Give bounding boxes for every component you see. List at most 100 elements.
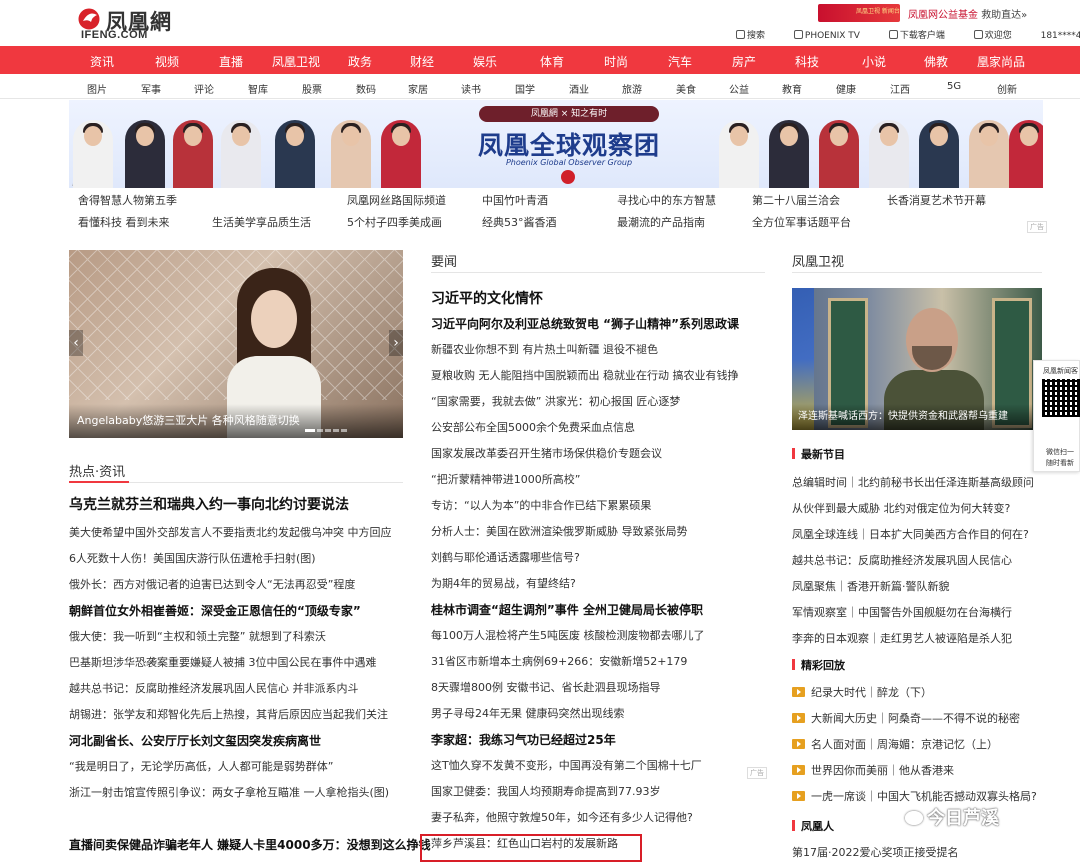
top-link-search[interactable]: 搜索 [736, 30, 778, 41]
subnav-item[interactable]: 数码 [356, 81, 376, 96]
hot-news-item[interactable]: 直播间卖保健品诈骗老年人 嫌疑人卡里4000多万：没想到这么挣钱 [69, 836, 431, 853]
headline-news-item[interactable]: 夏粮收购 无人能阻挡中国脱颖而出 稳就业在行动 搞农业有钱挣 [431, 367, 739, 383]
promo-link[interactable]: 全方位军事话题平台 [752, 214, 851, 230]
headline-news-item[interactable]: 分析人士：美国在欧洲渲染俄罗斯威胁 导致紧张局势 [431, 523, 688, 539]
nav-item[interactable]: 时尚 [604, 53, 628, 70]
program-item[interactable]: 军情观察室｜中国警告外国舰艇勿在台海横行 [792, 604, 1012, 620]
hot-news-item[interactable]: “我是明日了，无论学历高低，人人都可能是弱势群体” [69, 758, 333, 774]
headline-news-item[interactable]: 刘鹤与耶伦通话透露哪些信号? [431, 549, 580, 565]
nav-item[interactable]: 房产 [732, 53, 756, 70]
promo-link[interactable]: 长香消夏艺术节开幕 [887, 192, 986, 208]
program-item[interactable]: 从伙伴到最大威胁 北约对俄定位为何大转变? [792, 500, 1010, 516]
headline-news-item[interactable]: 这T恤久穿不发黄不变形，中国再没有第二个国棉十七厂 [431, 757, 702, 773]
program-item[interactable]: 凤凰全球连线｜日本扩大同美西方合作目的何在? [792, 526, 1029, 542]
headline-news-item[interactable]: 每100万人混检将产生5吨医废 核酸检测废物都去哪儿了 [431, 627, 705, 643]
subnav-item[interactable]: 江西 [890, 81, 910, 96]
subnav-item[interactable]: 5G [947, 81, 961, 92]
promo-link[interactable]: 生活美学享品质生活 [212, 214, 311, 230]
subnav-item[interactable]: 股票 [302, 81, 322, 96]
hot-news-item[interactable]: 乌克兰就芬兰和瑞典入约一事向北约讨要说法 [69, 494, 349, 514]
subnav-item[interactable]: 读书 [461, 81, 481, 96]
promo-link[interactable]: 凤凰网丝路国际频道 [347, 192, 446, 208]
promo-link[interactable]: 最潮流的产品指南 [617, 214, 705, 230]
program-section-title[interactable]: 最新节目 [792, 446, 845, 462]
replay-item[interactable]: 大新闻大历史｜阿桑奇——不得不说的秘密 [792, 710, 1020, 726]
headline-news-item[interactable]: “把沂蒙精神带进1000所高校” [431, 471, 580, 487]
nav-item[interactable]: 小说 [862, 53, 886, 70]
subnav-item[interactable]: 健康 [836, 81, 856, 96]
program-section-title[interactable]: 精彩回放 [792, 657, 845, 673]
promo-link[interactable]: 舍得智慧人物第五季 [78, 192, 177, 208]
subnav-item[interactable]: 图片 [87, 81, 107, 96]
site-logo[interactable]: 凤凰網 IFENG.COM [78, 6, 188, 42]
nav-item[interactable]: 视频 [155, 53, 179, 70]
hot-news-item[interactable]: 俄大使：我一听到“主权和领土完整” 就想到了科索沃 [69, 628, 326, 644]
slider-dot[interactable] [333, 429, 339, 432]
slider-dot[interactable] [325, 429, 331, 432]
headline-news-item[interactable]: 8天骤增800例 安徽书记、省长赴泗县现场指导 [431, 679, 661, 695]
hot-news-item[interactable]: 俄外长：西方对俄记者的迫害已达到令人“无法再忍受”程度 [69, 576, 355, 592]
hot-news-item[interactable]: 6人死数十人伤！美国国庆游行队伍遭枪手扫射(图) [69, 550, 316, 566]
slider-dot[interactable] [341, 429, 347, 432]
subnav-item[interactable]: 创新 [997, 81, 1017, 96]
subnav-item[interactable]: 美食 [676, 81, 696, 96]
promo-link[interactable]: 5个村子四季美成画 [347, 214, 442, 230]
nav-item[interactable]: 资讯 [90, 53, 114, 70]
phoenix-tv-video[interactable]: 泽连斯基喊话西方：快提供资金和武器帮乌重建 [792, 288, 1042, 430]
headline-news-title[interactable]: 要闻 [431, 251, 457, 270]
charity-fund-link[interactable]: 凤凰网公益基金 救助直达» [908, 6, 1027, 21]
hot-news-item[interactable]: 越共总书记：反腐助推经济发展巩固人民信心 并非派系内斗 [69, 680, 359, 696]
hot-news-item[interactable]: 美大使希望中国外交部发言人不要指责北约发起俄乌冲突 中方回应 [69, 524, 392, 540]
promo-link[interactable]: 经典53°酱香酒 [482, 214, 557, 230]
nav-item[interactable]: 凤凰卫视 [272, 53, 320, 70]
replay-item[interactable]: 名人面对面｜周海媚：京港记忆（上） [792, 736, 998, 752]
top-link-account[interactable]: 181****4526 ∨ 退出 [1041, 31, 1080, 41]
photo-slider[interactable]: ‹ › Angelababy悠游三亚大片 各种风格随意切换 [69, 250, 403, 438]
subnav-item[interactable]: 军事 [141, 81, 161, 96]
headline-news-item[interactable]: 李家超：我练习气功已经超过25年 [431, 731, 616, 748]
headline-news-item[interactable]: 新疆农业你想不到 有片热土叫新疆 退役不褪色 [431, 341, 658, 357]
top-link-phoenix-tv[interactable]: PHOENIX TV [793, 30, 873, 41]
hot-news-item[interactable]: 巴基斯坦涉华恐袭案重要嫌疑人被捕 3位中国公民在事件中遇难 [69, 654, 377, 670]
hot-news-item[interactable]: 朝鲜首位女外相崔善姬：深受金正恩信任的“顶级专家” [69, 602, 361, 619]
nav-item[interactable]: 凰家尚品 [977, 53, 1025, 70]
phoenix-people-item[interactable]: 第17届·2022爱心奖项正接受提名 [792, 844, 959, 860]
subnav-item[interactable]: 评论 [194, 81, 214, 96]
observer-group-banner[interactable]: 凤凰網 × 知之有时 凤凰全球观察团 Phoenix Global Observ… [69, 100, 1043, 188]
program-item[interactable]: 越共总书记：反腐助推经济发展巩固人民信心 [792, 552, 1012, 568]
replay-item[interactable]: 世界因你而美丽｜他从香港来 [792, 762, 954, 778]
subnav-item[interactable]: 家居 [408, 81, 428, 96]
headline-news-item[interactable]: 国家卫健委：我国人均预期寿命提高到77.93岁 [431, 783, 661, 799]
nav-item[interactable]: 佛教 [924, 53, 948, 70]
hot-news-title[interactable]: 热点·资讯 [69, 461, 125, 480]
slider-caption[interactable]: Angelababy悠游三亚大片 各种风格随意切换 [77, 412, 300, 428]
headline-news-item[interactable]: 习近平的文化情怀 [431, 288, 543, 308]
slider-prev-button[interactable]: ‹ [69, 330, 83, 356]
headline-news-item[interactable]: 男子寻母24年无果 健康码突然出现线索 [431, 705, 625, 721]
video-caption[interactable]: 泽连斯基喊话西方：快提供资金和武器帮乌重建 [798, 407, 1008, 422]
program-item[interactable]: 李奔的日本观察｜走红男艺人被诬陷是杀人犯 [792, 630, 1012, 646]
subnav-item[interactable]: 智库 [248, 81, 268, 96]
hot-news-item[interactable]: 浙江一射击馆宣传照引争议：两女子拿枪互瞄准 一人拿枪指头(图) [69, 784, 389, 800]
nav-item[interactable]: 科技 [795, 53, 819, 70]
promo-link[interactable]: 寻找心中的东方智慧 [617, 192, 716, 208]
program-section-title[interactable]: 凤凰人 [792, 818, 834, 834]
top-link-download[interactable]: 下载客户端 [888, 30, 958, 41]
replay-item[interactable]: 纪录大时代｜醉龙（下） [792, 684, 932, 700]
nav-item[interactable]: 娱乐 [473, 53, 497, 70]
subnav-item[interactable]: 旅游 [622, 81, 642, 96]
headline-news-item[interactable]: 妻子私奔，他照守敦煌50年，如今还有多少人记得他? [431, 809, 693, 825]
slider-dot[interactable] [317, 429, 323, 432]
phoenix-tv-title[interactable]: 凤凰卫视 [792, 251, 844, 270]
headline-news-item[interactable]: 国家发展改革委召开生猪市场保供稳价专题会议 [431, 445, 662, 461]
subnav-item[interactable]: 酒业 [569, 81, 589, 96]
program-item[interactable]: 凤凰聚焦｜香港开新篇·警队新貌 [792, 578, 950, 594]
hot-news-item[interactable]: 河北副省长、公安厅厅长刘文玺因突发疾病离世 [69, 732, 321, 749]
nav-item[interactable]: 汽车 [668, 53, 692, 70]
nav-item[interactable]: 政务 [348, 53, 372, 70]
headline-news-item[interactable]: “国家需要，我就去做” 洪家光：初心报国 匠心逐梦 [431, 393, 680, 409]
headline-news-item[interactable]: 习近平向阿尔及利亚总统致贺电 “狮子山精神”系列思政课 [431, 315, 739, 332]
hot-news-item[interactable]: 胡锡进：张学友和郑智化先后上热搜，其背后原因应当起我们关注 [69, 706, 388, 722]
subnav-item[interactable]: 公益 [729, 81, 749, 96]
subnav-item[interactable]: 国学 [515, 81, 535, 96]
